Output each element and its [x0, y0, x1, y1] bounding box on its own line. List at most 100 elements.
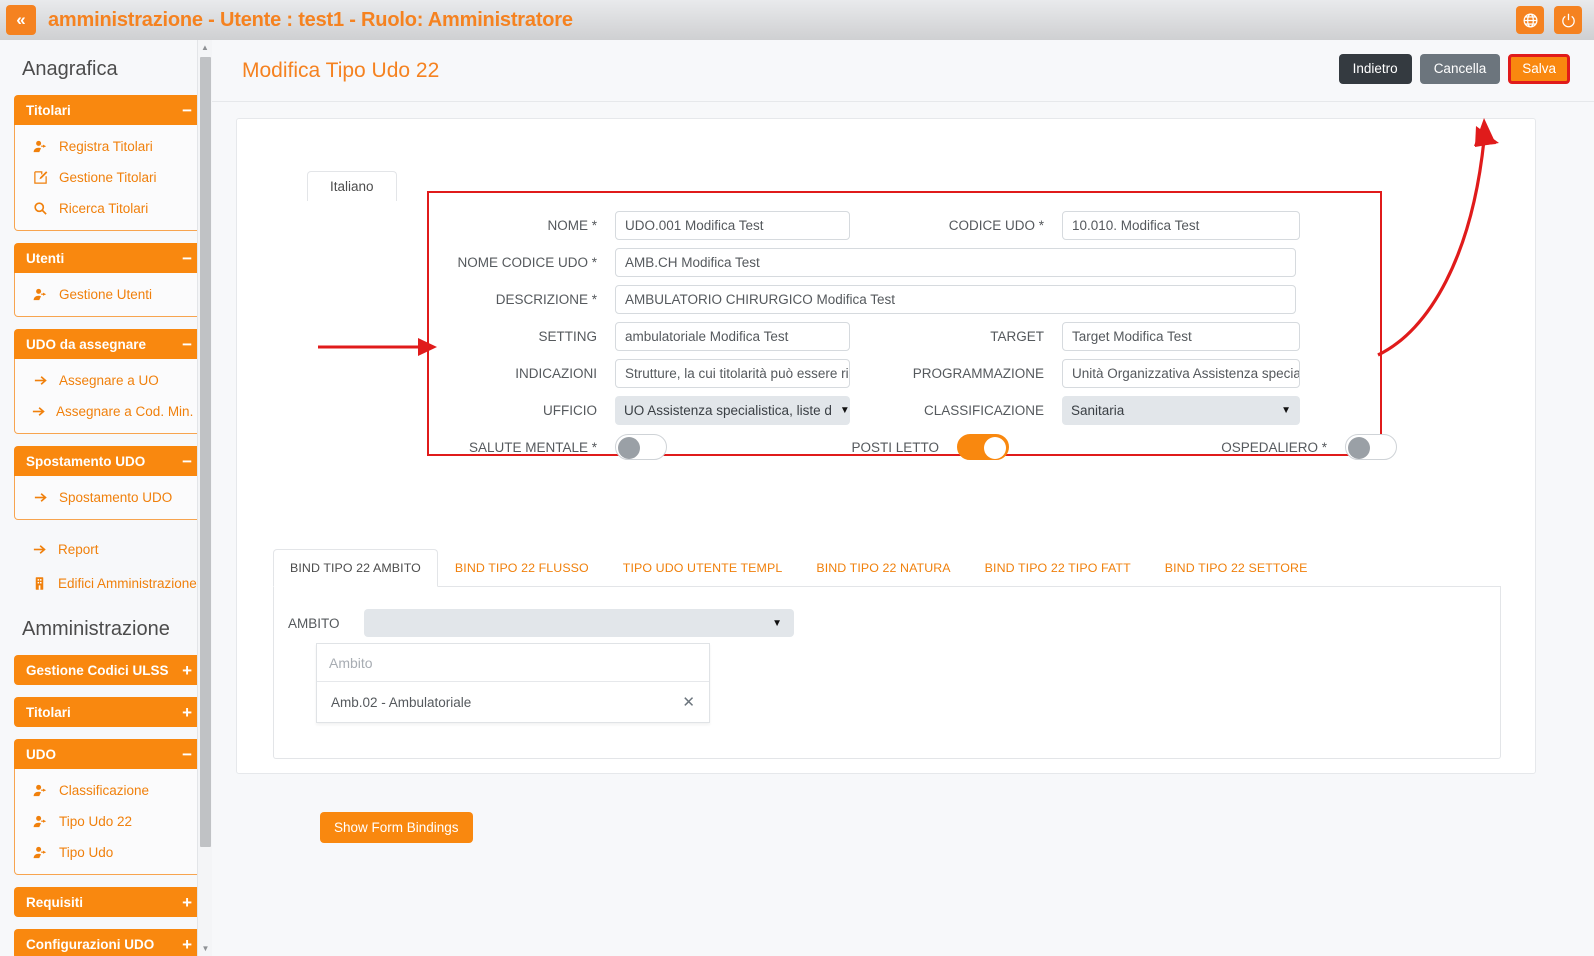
sidebar-group-label: Requisiti: [26, 894, 84, 910]
sidebar-item-label: Assegnare a Cod. Min.: [56, 404, 194, 419]
toggle-salute-mentale[interactable]: [615, 434, 667, 460]
input-nome-codice-udo[interactable]: AMB.CH Modifica Test: [615, 248, 1296, 277]
globe-icon[interactable]: [1516, 6, 1544, 34]
cancel-button[interactable]: Cancella: [1419, 54, 1501, 84]
sidebar-group-label: UDO da assegnare: [26, 336, 147, 352]
sidebar-section-amministrazione: Amministrazione: [22, 618, 170, 640]
sidebar: Anagrafica Titolari − Registra Titolari …: [0, 40, 212, 956]
sidebar-group-utenti: Utenti − Gestione Utenti: [14, 243, 204, 317]
app-title: amministrazione - Utente : test1 - Ruolo…: [48, 8, 573, 31]
save-button[interactable]: Salva: [1508, 54, 1570, 84]
sidebar-group-body-udo: Classificazione Tipo Udo 22 Tipo Udo: [14, 769, 204, 875]
sidebar-group-header-configurazioni-udo[interactable]: Configurazioni UDO +: [14, 929, 204, 956]
sidebar-item-spostamento-udo[interactable]: Spostamento UDO: [15, 482, 203, 513]
field-label-posti-letto: POSTI LETTO: [851, 439, 939, 455]
plus-icon: +: [182, 892, 192, 912]
field-label-nome-codice-udo: NOME CODICE UDO *: [457, 255, 597, 270]
toggle-posti-letto[interactable]: [957, 434, 1009, 460]
sidebar-item-assegnare-a-cod-min[interactable]: Assegnare a Cod. Min.: [15, 396, 203, 427]
sidebar-group-header-requisiti[interactable]: Requisiti +: [14, 887, 204, 917]
sidebar-group-header-gestione-codici-ulss[interactable]: Gestione Codici ULSS +: [14, 655, 204, 685]
power-icon[interactable]: [1554, 6, 1582, 34]
sidebar-group-label: Gestione Codici ULSS: [26, 662, 169, 678]
tab-bind-tipo-22-ambito[interactable]: BIND TIPO 22 AMBITO: [273, 549, 438, 587]
sidebar-group-gestione-codici-ulss: Gestione Codici ULSS +: [14, 655, 204, 685]
sidebar-group-header-udo[interactable]: UDO −: [14, 739, 204, 769]
sidebar-group-header-titolari[interactable]: Titolari −: [14, 95, 204, 125]
input-setting[interactable]: ambulatoriale Modifica Test: [615, 322, 850, 351]
back-button[interactable]: Indietro: [1338, 54, 1412, 84]
toggle-ospedaliero[interactable]: [1345, 434, 1397, 460]
input-descrizione[interactable]: AMBULATORIO CHIRURGICO Modifica Test: [615, 285, 1296, 314]
sidebar-item-gestione-utenti[interactable]: Gestione Utenti: [15, 279, 203, 310]
sidebar-group-udo-da-assegnare: UDO da assegnare − Assegnare a UO Assegn…: [14, 329, 204, 434]
sidebar-item-assegnare-a-uo[interactable]: Assegnare a UO: [15, 365, 203, 396]
field-label-indicazioni: INDICAZIONI: [515, 366, 597, 381]
plus-icon: +: [182, 702, 192, 722]
sidebar-collapse-button[interactable]: «: [6, 5, 36, 35]
tab-bind-tipo-22-natura[interactable]: BIND TIPO 22 NATURA: [799, 549, 967, 587]
minus-icon: −: [182, 451, 192, 471]
close-icon[interactable]: ✕: [682, 693, 695, 711]
sidebar-group-label: Titolari: [26, 704, 71, 720]
field-descrizione: DESCRIZIONE * AMBULATORIO CHIRURGICO Mod…: [429, 285, 1296, 314]
tab-bind-tipo-22-settore[interactable]: BIND TIPO 22 SETTORE: [1148, 549, 1325, 587]
show-form-bindings-button[interactable]: Show Form Bindings: [320, 812, 473, 843]
sidebar-group-header-udo-da-assegnare[interactable]: UDO da assegnare −: [14, 329, 204, 359]
field-programmazione: PROGRAMMAZIONE Unità Organizzativa Assis…: [894, 359, 1300, 388]
sidebar-item-classificazione[interactable]: Classificazione: [15, 775, 203, 806]
sidebar-item-tipo-udo[interactable]: Tipo Udo: [15, 837, 203, 868]
select-ufficio[interactable]: UO Assistenza specialistica, liste d ▼: [615, 396, 850, 425]
sidebar-item-label: Registra Titolari: [59, 139, 153, 154]
sidebar-group-header-utenti[interactable]: Utenti −: [14, 243, 204, 273]
sidebar-group-udo: UDO − Classificazione Tipo Udo 22 Tipo U…: [14, 739, 204, 875]
sidebar-group-titolari-amministrazione: Titolari +: [14, 697, 204, 727]
tab-italiano[interactable]: Italiano: [307, 171, 397, 201]
input-target[interactable]: Target Modifica Test: [1062, 322, 1300, 351]
sidebar-item-ricerca-titolari[interactable]: Ricerca Titolari: [15, 193, 203, 224]
arrow-right-icon: [31, 490, 49, 505]
select-ambito[interactable]: ▼: [364, 609, 794, 637]
sidebar-item-tipo-udo-22[interactable]: Tipo Udo 22: [15, 806, 203, 837]
ambito-search-input[interactable]: Ambito: [317, 644, 709, 682]
scroll-up-icon[interactable]: ▲: [198, 40, 212, 55]
sidebar-item-label: Assegnare a UO: [59, 373, 159, 388]
ambito-item-label: Amb.02 - Ambulatoriale: [331, 694, 472, 710]
input-programmazione[interactable]: Unità Organizzativa Assistenza specia: [1062, 359, 1300, 388]
top-bar-actions: [1516, 6, 1582, 34]
sidebar-item-report[interactable]: Report: [14, 532, 204, 566]
sidebar-group-body-utenti: Gestione Utenti: [14, 273, 204, 317]
input-indicazioni[interactable]: Strutture, la cui titolarità può essere …: [615, 359, 850, 388]
scrollbar-thumb[interactable]: [200, 57, 211, 847]
building-icon: [30, 576, 48, 591]
sidebar-item-gestione-titolari[interactable]: Gestione Titolari: [15, 162, 203, 193]
sidebar-item-edifici-amministrazione[interactable]: Edifici Amministrazione: [14, 566, 204, 600]
sidebar-group-body-udo-da-assegnare: Assegnare a UO Assegnare a Cod. Min.: [14, 359, 204, 434]
user-add-icon: [31, 783, 49, 798]
tab-bind-tipo-22-tipo-fatt[interactable]: BIND TIPO 22 TIPO FATT: [968, 549, 1148, 587]
arrow-right-icon: [30, 542, 48, 557]
sidebar-group-header-spostamento-udo[interactable]: Spostamento UDO −: [14, 446, 204, 476]
field-ufficio: UFFICIO UO Assistenza specialistica, lis…: [429, 396, 850, 425]
sidebar-item-label: Gestione Utenti: [59, 287, 153, 302]
field-setting: SETTING ambulatoriale Modifica Test: [429, 322, 850, 351]
minus-icon: −: [182, 248, 192, 268]
list-item[interactable]: Amb.02 - Ambulatoriale ✕: [317, 682, 709, 722]
sidebar-item-label: Ricerca Titolari: [59, 201, 149, 216]
scroll-down-icon[interactable]: ▼: [198, 941, 212, 956]
tab-tipo-udo-utente-templ[interactable]: TIPO UDO UTENTE TEMPL: [606, 549, 800, 587]
page-header: Modifica Tipo Udo 22 Indietro Cancella S…: [212, 40, 1594, 102]
sidebar-item-registra-titolari[interactable]: Registra Titolari: [15, 131, 203, 162]
minus-icon: −: [182, 744, 192, 764]
input-nome[interactable]: UDO.001 Modifica Test: [615, 211, 850, 240]
input-codice-udo[interactable]: 10.010. Modifica Test: [1062, 211, 1300, 240]
field-codice-udo: CODICE UDO * 10.010. Modifica Test: [894, 211, 1300, 240]
select-classificazione[interactable]: Sanitaria ▼: [1062, 396, 1300, 425]
sidebar-group-header-titolari-amministrazione[interactable]: Titolari +: [14, 697, 204, 727]
field-label-ospedaliero: OSPEDALIERO *: [1221, 439, 1327, 455]
user-add-icon: [31, 139, 49, 154]
sidebar-scrollbar[interactable]: ▲ ▼: [197, 40, 212, 956]
main-content: Modifica Tipo Udo 22 Indietro Cancella S…: [212, 40, 1594, 956]
chevron-down-icon: ▼: [772, 617, 782, 629]
tab-bind-tipo-22-flusso[interactable]: BIND TIPO 22 FLUSSO: [438, 549, 606, 587]
